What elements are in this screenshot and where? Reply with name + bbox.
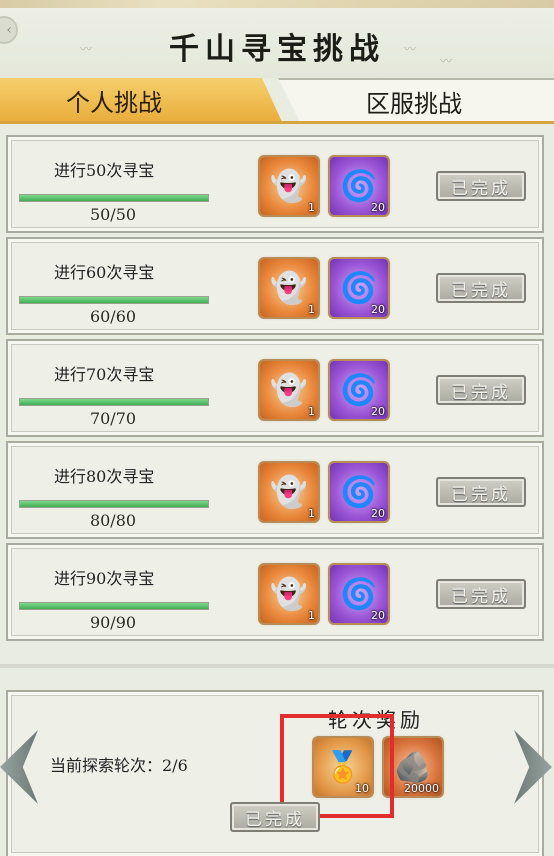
challenge-row: 进行60次寻宝 60/60 👻 1 🌀 20 已完成 bbox=[6, 237, 544, 335]
section-divider bbox=[0, 664, 554, 668]
tab-personal-challenge[interactable]: 个人挑战 bbox=[0, 78, 282, 122]
progress-bar-fill bbox=[20, 603, 208, 609]
round-completed-button[interactable]: 已完成 bbox=[230, 802, 320, 832]
header: ‹ 〰 〰 〰 千山寻宝挑战 bbox=[0, 0, 554, 78]
progress-bar bbox=[19, 500, 209, 508]
progress-bar-fill bbox=[20, 399, 208, 405]
progress-bar-fill bbox=[20, 297, 208, 303]
completed-button[interactable]: 已完成 bbox=[436, 273, 526, 303]
progress-text: 50/50 bbox=[89, 205, 137, 224]
progress-bar bbox=[19, 194, 209, 202]
reward-count: 1 bbox=[308, 507, 315, 520]
reward-item[interactable]: 👻 1 bbox=[260, 157, 318, 215]
progress-text: 70/70 bbox=[89, 409, 137, 428]
reward-item[interactable]: 👻 1 bbox=[260, 361, 318, 419]
reward-item[interactable]: 👻 1 bbox=[260, 463, 318, 521]
reward-count: 20 bbox=[371, 303, 385, 316]
reward-item[interactable]: 🌀 20 bbox=[330, 157, 388, 215]
reward-count: 1 bbox=[308, 201, 315, 214]
progress-text: 90/90 bbox=[89, 613, 137, 632]
challenge-label: 进行50次寻宝 bbox=[54, 161, 155, 180]
completed-button[interactable]: 已完成 bbox=[436, 171, 526, 201]
progress-bar bbox=[19, 602, 209, 610]
reward-count: 20 bbox=[371, 609, 385, 622]
completed-button[interactable]: 已完成 bbox=[436, 375, 526, 405]
challenge-label: 进行90次寻宝 bbox=[54, 569, 155, 588]
completed-button[interactable]: 已完成 bbox=[436, 477, 526, 507]
challenge-label: 进行80次寻宝 bbox=[54, 467, 155, 486]
reward-count: 1 bbox=[308, 609, 315, 622]
tab-server-challenge[interactable]: 区服挑战 bbox=[278, 78, 554, 122]
top-decoration-strip bbox=[0, 0, 554, 8]
progress-text: 80/80 bbox=[89, 511, 137, 530]
progress-bar-fill bbox=[20, 501, 208, 507]
tab-underline bbox=[0, 121, 554, 124]
challenge-row: 进行90次寻宝 90/90 👻 1 🌀 20 已完成 bbox=[6, 543, 544, 641]
progress-bar-fill bbox=[20, 195, 208, 201]
reward-count: 20 bbox=[371, 507, 385, 520]
reward-item[interactable]: 🌀 20 bbox=[330, 361, 388, 419]
progress-bar bbox=[19, 296, 209, 304]
reward-count: 1 bbox=[308, 405, 315, 418]
reward-item[interactable]: 👻 1 bbox=[260, 259, 318, 317]
reward-item[interactable]: 🌀 20 bbox=[330, 463, 388, 521]
current-round-text: 当前探索轮次：2/6 bbox=[50, 756, 188, 775]
completed-button[interactable]: 已完成 bbox=[436, 579, 526, 609]
challenge-row: 进行50次寻宝 50/50 👻 1 🌀 20 已完成 bbox=[6, 135, 544, 233]
reward-count: 20 bbox=[371, 405, 385, 418]
reward-item[interactable]: 👻 1 bbox=[260, 565, 318, 623]
reward-item[interactable]: 🌀 20 bbox=[330, 259, 388, 317]
challenge-row: 进行70次寻宝 70/70 👻 1 🌀 20 已完成 bbox=[6, 339, 544, 437]
challenge-label: 进行70次寻宝 bbox=[54, 365, 155, 384]
challenge-row: 进行80次寻宝 80/80 👻 1 🌀 20 已完成 bbox=[6, 441, 544, 539]
reward-count: 1 bbox=[308, 303, 315, 316]
reward-count: 20000 bbox=[404, 782, 439, 795]
challenge-label: 进行60次寻宝 bbox=[54, 263, 155, 282]
reward-count: 20 bbox=[371, 201, 385, 214]
tab-bar: 个人挑战 区服挑战 bbox=[0, 78, 554, 122]
page-title: 千山寻宝挑战 bbox=[169, 32, 385, 67]
progress-text: 60/60 bbox=[89, 307, 137, 326]
reward-item[interactable]: 🌀 20 bbox=[330, 565, 388, 623]
progress-bar bbox=[19, 398, 209, 406]
